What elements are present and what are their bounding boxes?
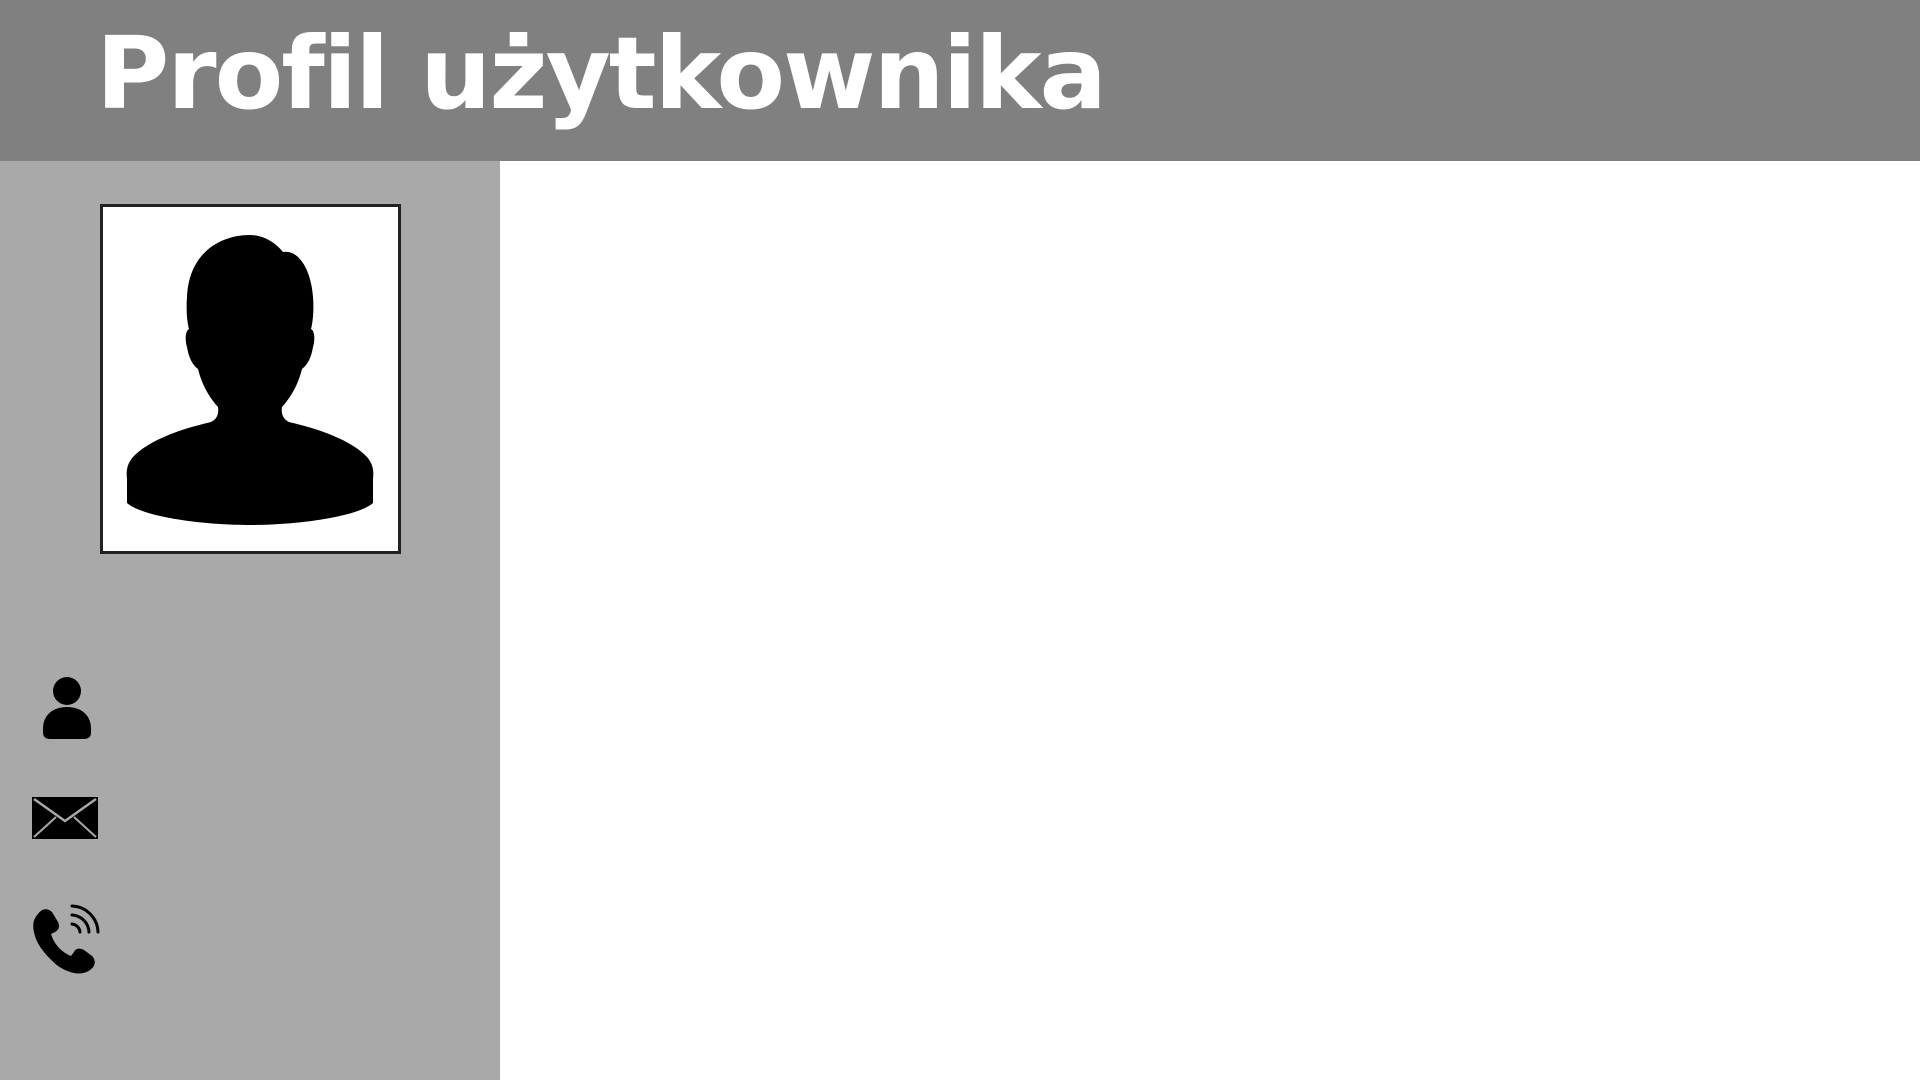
envelope-icon [26, 779, 104, 857]
user-icon [26, 667, 104, 745]
header-bar: Profil użytkownika [0, 0, 1920, 161]
page-title: Profil użytkownika [96, 15, 1107, 132]
user-silhouette-icon [126, 235, 374, 525]
avatar[interactable] [100, 204, 401, 554]
main-content [500, 161, 1920, 1080]
phone-icon [26, 900, 104, 978]
